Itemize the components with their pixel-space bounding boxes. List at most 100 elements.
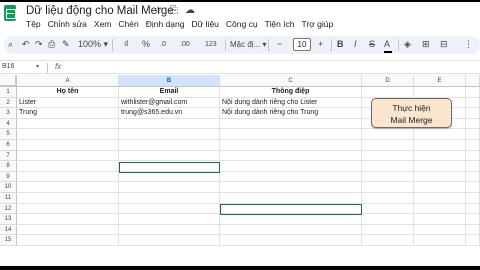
- cell-f1[interactable]: [466, 87, 480, 98]
- cell-b10[interactable]: [119, 182, 220, 193]
- cell-d7[interactable]: [362, 150, 414, 162]
- row-header[interactable]: 8: [0, 161, 17, 172]
- cell-c6[interactable]: [220, 140, 362, 151]
- font-family-select[interactable]: Mặc đị... ▾: [230, 40, 266, 49]
- cell-a3[interactable]: Trung: [17, 108, 119, 119]
- cell-d15[interactable]: [362, 235, 414, 246]
- row-header[interactable]: 4: [0, 118, 17, 130]
- cell-c2[interactable]: Nội dung dành riêng cho Lister: [220, 97, 362, 109]
- cell-a2[interactable]: Lister: [17, 97, 119, 109]
- cell-f9[interactable]: [466, 171, 480, 183]
- more-options-icon[interactable]: ⋮: [464, 39, 473, 50]
- row-header[interactable]: 7: [0, 150, 17, 162]
- cell-a1[interactable]: Họ tên: [17, 87, 119, 98]
- star-icon[interactable]: ☆: [153, 5, 163, 16]
- increase-font-size-button[interactable]: +: [318, 39, 323, 49]
- cell-b15[interactable]: [119, 235, 220, 246]
- menu-view[interactable]: Xem: [94, 19, 111, 31]
- row-header[interactable]: 9: [0, 171, 17, 183]
- menu-data[interactable]: Dữ liệu: [191, 19, 218, 31]
- column-header-d[interactable]: D: [362, 75, 414, 87]
- chevron-down-icon[interactable]: ▾: [36, 63, 39, 70]
- cell-c13[interactable]: [220, 214, 362, 225]
- name-box[interactable]: B16: [2, 63, 14, 70]
- increase-decimal-button[interactable]: .00: [180, 41, 190, 48]
- move-to-folder-icon[interactable]: ⎘: [169, 5, 179, 16]
- cell-f2[interactable]: [466, 97, 480, 109]
- cell-f15[interactable]: [466, 235, 480, 246]
- cell-f4[interactable]: [466, 118, 480, 130]
- cell-e5[interactable]: [414, 129, 466, 140]
- cell-b13[interactable]: [119, 214, 220, 225]
- cell-d13[interactable]: [362, 214, 414, 225]
- column-header-c[interactable]: C: [220, 75, 362, 87]
- number-format-button[interactable]: 123: [205, 41, 217, 48]
- zoom-select[interactable]: 100% ▾: [78, 39, 108, 50]
- menu-edit[interactable]: Chỉnh sửa: [48, 19, 87, 31]
- cell-c14[interactable]: [220, 224, 362, 236]
- cell-a11[interactable]: [17, 193, 119, 204]
- cell-a8[interactable]: [17, 161, 119, 172]
- column-header-a[interactable]: A: [17, 75, 119, 87]
- cell-a14[interactable]: [17, 224, 119, 236]
- row-header[interactable]: 1: [0, 87, 17, 98]
- cell-a12[interactable]: [17, 203, 119, 215]
- cell-e1[interactable]: [414, 87, 466, 98]
- cell-f14[interactable]: [466, 224, 480, 236]
- cell-d12[interactable]: [362, 203, 414, 215]
- cell-e12[interactable]: [414, 203, 466, 215]
- cell-d11[interactable]: [362, 193, 414, 204]
- font-size-input[interactable]: 10: [293, 38, 311, 51]
- row-header[interactable]: 12: [0, 203, 17, 215]
- cell-b2[interactable]: withlister@gmail.com: [119, 97, 220, 109]
- strikethrough-button[interactable]: S: [369, 39, 375, 49]
- italic-button[interactable]: I: [354, 39, 357, 49]
- cell-c5[interactable]: [220, 129, 362, 140]
- row-header[interactable]: 15: [0, 235, 17, 246]
- percent-format-button[interactable]: %: [142, 39, 150, 49]
- cell-e15[interactable]: [414, 235, 466, 246]
- column-header-f[interactable]: [466, 75, 480, 87]
- decrease-font-size-button[interactable]: −: [277, 39, 282, 49]
- cell-f6[interactable]: [466, 140, 480, 151]
- cell-b6[interactable]: [119, 140, 220, 151]
- print-icon[interactable]: ⎙: [48, 39, 55, 50]
- cell-b5[interactable]: [119, 129, 220, 140]
- cell-f13[interactable]: [466, 214, 480, 225]
- paint-format-icon[interactable]: ✎: [62, 39, 70, 50]
- cell-b12[interactable]: [119, 203, 220, 215]
- cell-f8[interactable]: [466, 161, 480, 172]
- text-color-button[interactable]: A: [384, 39, 390, 49]
- row-header[interactable]: 11: [0, 193, 17, 204]
- cell-e9[interactable]: [414, 171, 466, 183]
- bold-button[interactable]: B: [337, 39, 344, 49]
- merge-cells-icon[interactable]: ⊟: [440, 39, 448, 50]
- redo-icon[interactable]: ↷: [35, 39, 43, 50]
- cell-c3[interactable]: Nội dung dành riêng cho Trung: [220, 108, 362, 119]
- cell-a15[interactable]: [17, 235, 119, 246]
- row-header[interactable]: 14: [0, 224, 17, 236]
- cell-d9[interactable]: [362, 171, 414, 183]
- cell-d5[interactable]: [362, 129, 414, 140]
- cell-c15[interactable]: [220, 235, 362, 246]
- cell-f7[interactable]: [466, 150, 480, 162]
- select-all-corner[interactable]: [0, 75, 17, 87]
- spreadsheet-grid[interactable]: A B C D E 1 Họ tên Email Thông điệp 2 Lister w…: [0, 75, 480, 266]
- cell-f11[interactable]: [466, 193, 480, 204]
- menu-extensions[interactable]: Tiện ích: [265, 19, 295, 31]
- cell-e14[interactable]: [414, 224, 466, 236]
- currency-format-button[interactable]: ₫: [124, 39, 129, 49]
- cell-f12[interactable]: [466, 203, 480, 215]
- sheets-logo-icon[interactable]: [4, 5, 16, 21]
- column-header-b[interactable]: B: [119, 75, 220, 87]
- menu-help[interactable]: Trợ giúp: [302, 19, 334, 31]
- cell-c4[interactable]: [220, 118, 362, 130]
- search-icon[interactable]: ⌕: [8, 39, 13, 50]
- cell-e13[interactable]: [414, 214, 466, 225]
- mail-merge-button[interactable]: Thực hiện Mail Merge: [371, 98, 452, 128]
- row-header[interactable]: 10: [0, 182, 17, 193]
- row-header[interactable]: 13: [0, 214, 17, 225]
- cell-e10[interactable]: [414, 182, 466, 193]
- cell-d8[interactable]: [362, 161, 414, 172]
- cell-e6[interactable]: [414, 140, 466, 151]
